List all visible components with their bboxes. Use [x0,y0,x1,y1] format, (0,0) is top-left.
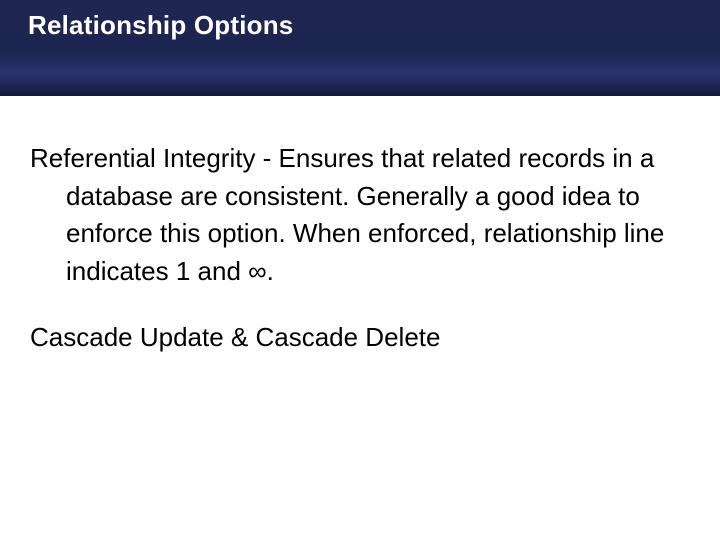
body-paragraph-2: Cascade Update & Cascade Delete [30,319,690,357]
slide-title: Relationship Options [28,10,692,41]
body-paragraph-1: Referential Integrity - Ensures that rel… [30,140,690,291]
slide: Relationship Options Referential Integri… [0,0,720,540]
slide-body: Referential Integrity - Ensures that rel… [0,96,720,356]
title-bar: Relationship Options [0,0,720,96]
